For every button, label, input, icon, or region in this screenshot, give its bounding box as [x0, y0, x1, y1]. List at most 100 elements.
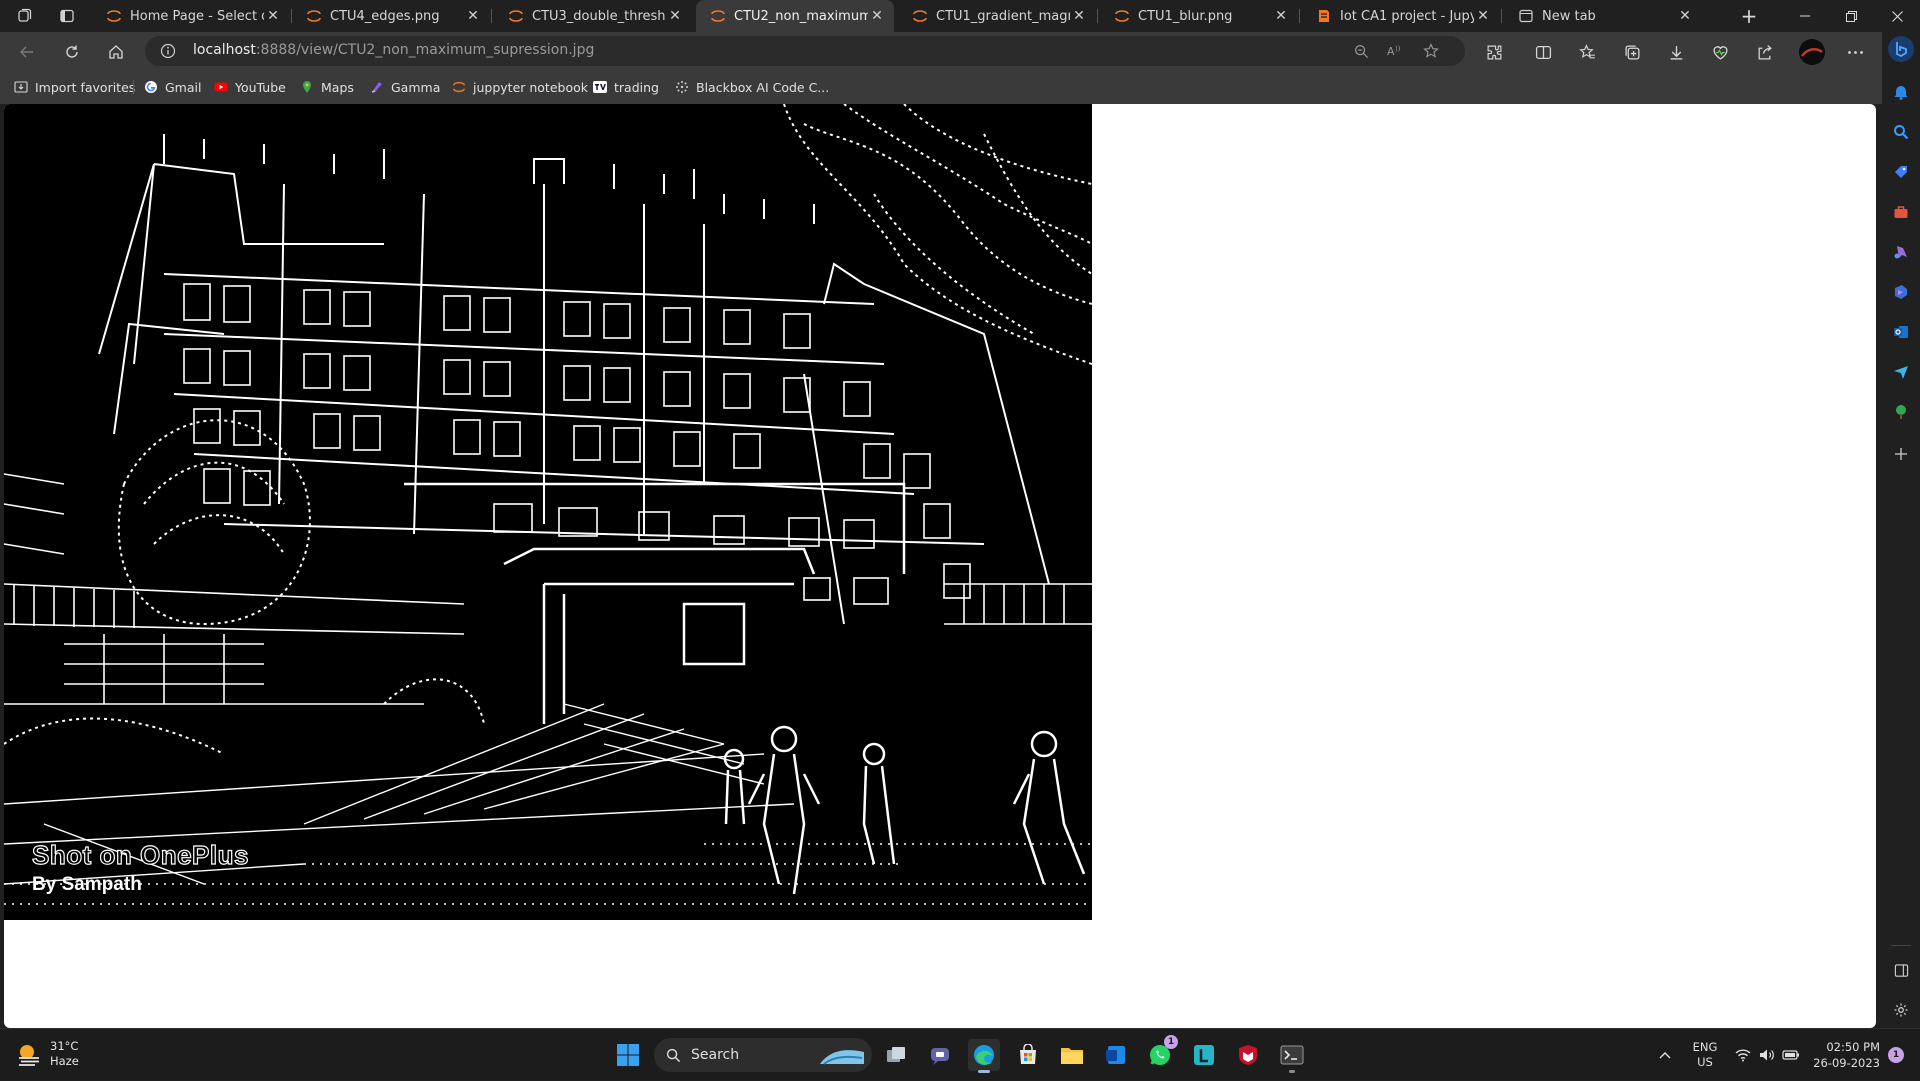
favorite-blackbox-ai-code-c[interactable]: Blackbox AI Code C... [675, 78, 829, 96]
word-app-icon[interactable] [1100, 1039, 1132, 1071]
tab-title: New tab [1542, 8, 1596, 24]
tab-7[interactable]: Iot CA1 project - Jupyter Notebook✕ [1302, 0, 1500, 32]
edge-detected-image: Shot on OnePlus By Sampath [4, 104, 1092, 920]
favorite-gamma[interactable]: Gamma [370, 78, 440, 96]
shopping-tag-icon[interactable] [1891, 162, 1911, 182]
site-info-icon[interactable] [159, 42, 177, 60]
favorites-bar: Import favorites Gmail YouTube Maps Gamma jup… [0, 70, 1882, 104]
taskbar-search[interactable]: Search [654, 1038, 872, 1072]
sidebar-settings-icon[interactable] [1891, 1000, 1911, 1020]
new-tab-button[interactable]: + [1726, 0, 1772, 32]
tools-briefcase-icon[interactable] [1891, 202, 1911, 222]
search-highlight-icon [820, 1050, 864, 1065]
tab-6[interactable]: CTU1_blur.png ✕ [1100, 0, 1298, 32]
edge-sidebar [1882, 32, 1920, 1028]
browser-essentials-icon[interactable] [1709, 41, 1731, 63]
downloads-icon[interactable] [1665, 41, 1687, 63]
search-sidebar-icon[interactable] [1891, 122, 1911, 142]
battery-icon[interactable] [1778, 1029, 1804, 1081]
windows-taskbar: 31°C Haze Search 1 ENG US 02:50 PM 26-09… [0, 1028, 1920, 1080]
people-silhouettes [723, 725, 1086, 895]
volume-icon[interactable] [1754, 1029, 1780, 1081]
favorite-maps[interactable]: Maps [300, 78, 354, 96]
favorite-import-favorites[interactable]: Import favorites [14, 78, 135, 96]
minimize-button[interactable] [1782, 0, 1828, 32]
wifi-icon[interactable] [1730, 1029, 1756, 1081]
maps-icon [300, 80, 314, 94]
copilot-app-icon[interactable] [1891, 282, 1911, 302]
tab-close-icon[interactable]: ✕ [1474, 8, 1492, 24]
favorite-trading[interactable]: trading [593, 78, 659, 96]
tab-3[interactable]: CTU3_double_threshold.png✕ [494, 0, 692, 32]
share-icon[interactable] [1753, 41, 1775, 63]
favorite-label: Maps [321, 79, 354, 95]
hide-sidebar-icon[interactable] [1891, 960, 1911, 980]
outlook-icon[interactable] [1891, 322, 1911, 342]
task-view-button[interactable] [880, 1039, 912, 1071]
clock-time: 02:50 PM [1826, 1040, 1880, 1054]
jupyter-icon [306, 8, 322, 24]
close-window-button[interactable] [1874, 0, 1920, 32]
file-explorer-icon[interactable] [1056, 1039, 1088, 1071]
notifications-icon[interactable] [1891, 82, 1911, 102]
zoom-icon[interactable] [1351, 41, 1371, 61]
youtube-icon [214, 80, 228, 94]
notification-center-button[interactable]: 1 [1884, 1029, 1908, 1081]
split-screen-icon[interactable] [1532, 41, 1554, 63]
l-app-icon[interactable] [1188, 1039, 1220, 1071]
tab-1[interactable]: Home Page - Select or create✕ [92, 0, 290, 32]
blackbox-icon [675, 80, 689, 94]
tab-close-icon[interactable]: ✕ [1676, 8, 1694, 24]
edge-taskbar-icon[interactable] [968, 1039, 1000, 1073]
mcafee-icon[interactable] [1232, 1039, 1264, 1071]
favorites-icon[interactable] [1576, 41, 1598, 63]
collections-icon[interactable] [1621, 41, 1643, 63]
tree-app-icon[interactable] [1891, 402, 1911, 422]
home-button[interactable] [102, 38, 130, 66]
tab-close-icon[interactable]: ✕ [868, 8, 886, 24]
weather-widget[interactable]: 31°C Haze [16, 1039, 79, 1069]
read-aloud-icon[interactable]: A)) [1386, 41, 1406, 61]
tab-5[interactable]: CTU1_gradient_magnitude.png✕ [898, 0, 1096, 32]
tab-2[interactable]: CTU4_edges.png ✕ [292, 0, 490, 32]
jupyter-icon [710, 8, 726, 24]
language-indicator[interactable]: ENG US [1688, 1029, 1722, 1081]
watermark-shot-on: Shot on OnePlus [31, 839, 249, 870]
sidebar-divider [1891, 945, 1911, 946]
terminal-icon[interactable] [1276, 1039, 1308, 1073]
favorite-label: YouTube [235, 79, 286, 95]
refresh-button[interactable] [58, 38, 86, 66]
show-hidden-icons-button[interactable] [1652, 1029, 1678, 1081]
tab-close-icon[interactable]: ✕ [1272, 8, 1290, 24]
extensions-icon[interactable] [1483, 41, 1505, 63]
games-icon[interactable] [1891, 242, 1911, 262]
send-drop-icon[interactable] [1891, 362, 1911, 382]
favorite-label: trading [614, 79, 659, 95]
bing-copilot-icon[interactable] [1888, 36, 1914, 62]
favorite-gmail[interactable]: Gmail [144, 78, 201, 96]
favorite-juppyter-notebook[interactable]: juppyter notebook [452, 78, 588, 96]
address-url[interactable]: localhost:8888/view/CTU2_non_maximum_sup… [193, 42, 594, 58]
favorite-youtube[interactable]: YouTube [214, 78, 286, 96]
tab-close-icon[interactable]: ✕ [464, 8, 482, 24]
tab-actions-icon[interactable] [54, 4, 80, 28]
jupyter-icon [1114, 8, 1130, 24]
teams-chat-icon[interactable] [924, 1039, 956, 1071]
tab-close-icon[interactable]: ✕ [1070, 8, 1088, 24]
address-bar[interactable]: localhost:8888/view/CTU2_non_maximum_sup… [145, 36, 1465, 66]
tab-close-icon[interactable]: ✕ [666, 8, 684, 24]
tab-4[interactable]: CTU2_non_maximum_supression.jpg✕ [696, 0, 894, 32]
microsoft-store-icon[interactable] [1012, 1039, 1044, 1071]
clock[interactable]: 02:50 PM 26-09-2023 [1812, 1029, 1880, 1081]
back-button[interactable] [13, 38, 41, 66]
tab-8[interactable]: New tab ✕ [1504, 0, 1702, 32]
whatsapp-icon[interactable]: 1 [1144, 1035, 1178, 1071]
start-button[interactable] [612, 1039, 644, 1071]
more-options-icon[interactable] [1844, 41, 1866, 63]
tab-close-icon[interactable]: ✕ [264, 8, 282, 24]
add-sidebar-app-icon[interactable] [1891, 444, 1911, 464]
profile-avatar[interactable] [1799, 39, 1825, 65]
workspaces-icon[interactable] [12, 4, 38, 28]
restore-button[interactable] [1828, 0, 1874, 32]
favorite-star-icon[interactable] [1421, 41, 1441, 61]
